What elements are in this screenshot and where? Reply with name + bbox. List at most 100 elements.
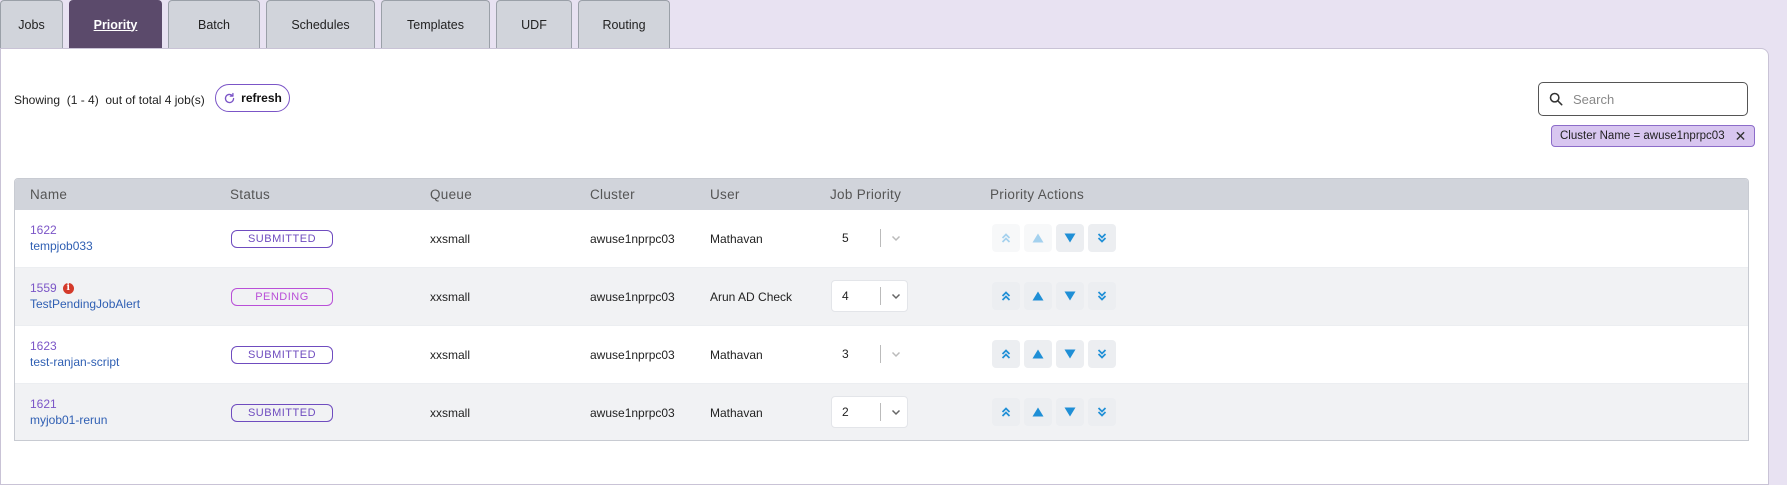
- job-priority-value: 5: [842, 231, 849, 245]
- job-id-link[interactable]: 1559 i: [30, 281, 74, 295]
- select-separator: [880, 287, 881, 305]
- job-priority-select[interactable]: 4: [831, 280, 908, 312]
- double-chevron-up-icon: [1001, 407, 1011, 417]
- job-name-link[interactable]: TestPendingJobAlert: [30, 297, 140, 311]
- tab-batch[interactable]: Batch: [168, 0, 260, 48]
- job-priority-select: 3: [831, 338, 908, 370]
- status-badge: SUBMITTED: [231, 346, 333, 364]
- move-to-top-button[interactable]: [992, 282, 1020, 310]
- tab-routing[interactable]: Routing: [578, 0, 670, 48]
- job-id[interactable]: 1622: [30, 223, 57, 237]
- chevron-down-icon: [891, 409, 901, 416]
- double-chevron-down-icon: [1097, 233, 1107, 243]
- job-priority-select: 5: [831, 222, 908, 254]
- move-up-button[interactable]: [1024, 398, 1052, 426]
- refresh-label: refresh: [241, 91, 282, 105]
- double-chevron-down-icon: [1097, 407, 1107, 417]
- column-header-job-priority[interactable]: Job Priority: [830, 187, 901, 202]
- cluster-cell: awuse1nprpc03: [590, 348, 675, 362]
- refresh-button[interactable]: refresh: [215, 84, 290, 112]
- refresh-icon: [224, 92, 235, 103]
- move-to-bottom-button[interactable]: [1088, 282, 1116, 310]
- move-to-bottom-button[interactable]: [1088, 398, 1116, 426]
- job-id[interactable]: 1559: [30, 281, 57, 295]
- job-id-link[interactable]: 1621: [30, 397, 57, 411]
- filter-chip-label: Cluster Name = awuse1nprpc03: [1560, 130, 1725, 142]
- close-icon[interactable]: ✕: [1735, 129, 1747, 143]
- move-down-button[interactable]: [1056, 282, 1084, 310]
- triangle-down-icon: [1064, 349, 1076, 359]
- column-header-name[interactable]: Name: [30, 187, 67, 202]
- tab-jobs[interactable]: Jobs: [0, 0, 63, 48]
- table-row: 1622 tempjob033 SUBMITTED xxsmall awuse1…: [15, 210, 1748, 268]
- double-chevron-up-icon: [1001, 233, 1011, 243]
- column-header-cluster[interactable]: Cluster: [590, 187, 635, 202]
- tab-bar: Jobs Priority Batch Schedules Templates …: [0, 0, 676, 48]
- search-icon: [1549, 92, 1563, 106]
- chevron-down-icon: [891, 351, 901, 358]
- move-down-button[interactable]: [1056, 224, 1084, 252]
- queue-cell: xxsmall: [430, 290, 471, 304]
- move-to-bottom-button[interactable]: [1088, 340, 1116, 368]
- status-badge: SUBMITTED: [231, 230, 333, 248]
- queue-cell: xxsmall: [430, 406, 471, 420]
- priority-table: Name Status Queue Cluster User Job Prior…: [14, 178, 1749, 441]
- tab-udf[interactable]: UDF: [496, 0, 572, 48]
- queue-cell: xxsmall: [430, 232, 471, 246]
- status-badge: PENDING: [231, 288, 333, 306]
- column-header-user[interactable]: User: [710, 187, 740, 202]
- priority-panel: Showing (1 - 4) out of total 4 job(s) re…: [0, 48, 1769, 485]
- info-icon[interactable]: i: [62, 282, 74, 294]
- triangle-up-icon: [1032, 407, 1044, 417]
- double-chevron-up-icon: [1001, 291, 1011, 301]
- tab-priority[interactable]: Priority: [69, 0, 162, 48]
- job-priority-value: 2: [842, 405, 849, 419]
- job-priority-select[interactable]: 2: [831, 396, 908, 428]
- cluster-cell: awuse1nprpc03: [590, 406, 675, 420]
- showing-summary: Showing (1 - 4) out of total 4 job(s): [14, 93, 205, 107]
- queue-cell: xxsmall: [430, 348, 471, 362]
- priority-actions: [992, 340, 1116, 368]
- job-name-link[interactable]: test-ranjan-script: [30, 355, 119, 369]
- move-to-top-button[interactable]: [992, 340, 1020, 368]
- double-chevron-down-icon: [1097, 291, 1107, 301]
- priority-actions: [992, 398, 1116, 426]
- move-to-bottom-button[interactable]: [1088, 224, 1116, 252]
- triangle-down-icon: [1064, 291, 1076, 301]
- column-header-status[interactable]: Status: [230, 187, 270, 202]
- select-separator: [880, 345, 881, 363]
- triangle-down-icon: [1064, 233, 1076, 243]
- job-name-link[interactable]: tempjob033: [30, 239, 93, 253]
- triangle-up-icon: [1032, 233, 1044, 243]
- status-badge: SUBMITTED: [231, 404, 333, 422]
- move-down-button[interactable]: [1056, 340, 1084, 368]
- select-separator: [880, 403, 881, 421]
- chevron-down-icon: [891, 293, 901, 300]
- job-id-link[interactable]: 1622: [30, 223, 57, 237]
- search-box: [1538, 82, 1748, 116]
- tab-templates[interactable]: Templates: [381, 0, 490, 48]
- job-id[interactable]: 1621: [30, 397, 57, 411]
- user-cell: Mathavan: [710, 348, 763, 362]
- job-id[interactable]: 1623: [30, 339, 57, 353]
- move-to-top-button[interactable]: [992, 224, 1020, 252]
- filter-chip: Cluster Name = awuse1nprpc03 ✕: [1551, 125, 1756, 147]
- cluster-cell: awuse1nprpc03: [590, 290, 675, 304]
- move-up-button[interactable]: [1024, 282, 1052, 310]
- move-up-button[interactable]: [1024, 224, 1052, 252]
- column-header-priority-actions: Priority Actions: [990, 187, 1085, 202]
- move-to-top-button[interactable]: [992, 398, 1020, 426]
- cluster-cell: awuse1nprpc03: [590, 232, 675, 246]
- tab-schedules[interactable]: Schedules: [266, 0, 375, 48]
- user-cell: Mathavan: [710, 406, 763, 420]
- user-cell: Mathavan: [710, 232, 763, 246]
- job-id-link[interactable]: 1623: [30, 339, 57, 353]
- triangle-down-icon: [1064, 407, 1076, 417]
- job-name-link[interactable]: myjob01-rerun: [30, 413, 107, 427]
- search-input[interactable]: [1573, 91, 1733, 107]
- table-header: Name Status Queue Cluster User Job Prior…: [15, 179, 1748, 210]
- priority-actions: [992, 224, 1116, 252]
- move-down-button[interactable]: [1056, 398, 1084, 426]
- move-up-button[interactable]: [1024, 340, 1052, 368]
- column-header-queue[interactable]: Queue: [430, 187, 472, 202]
